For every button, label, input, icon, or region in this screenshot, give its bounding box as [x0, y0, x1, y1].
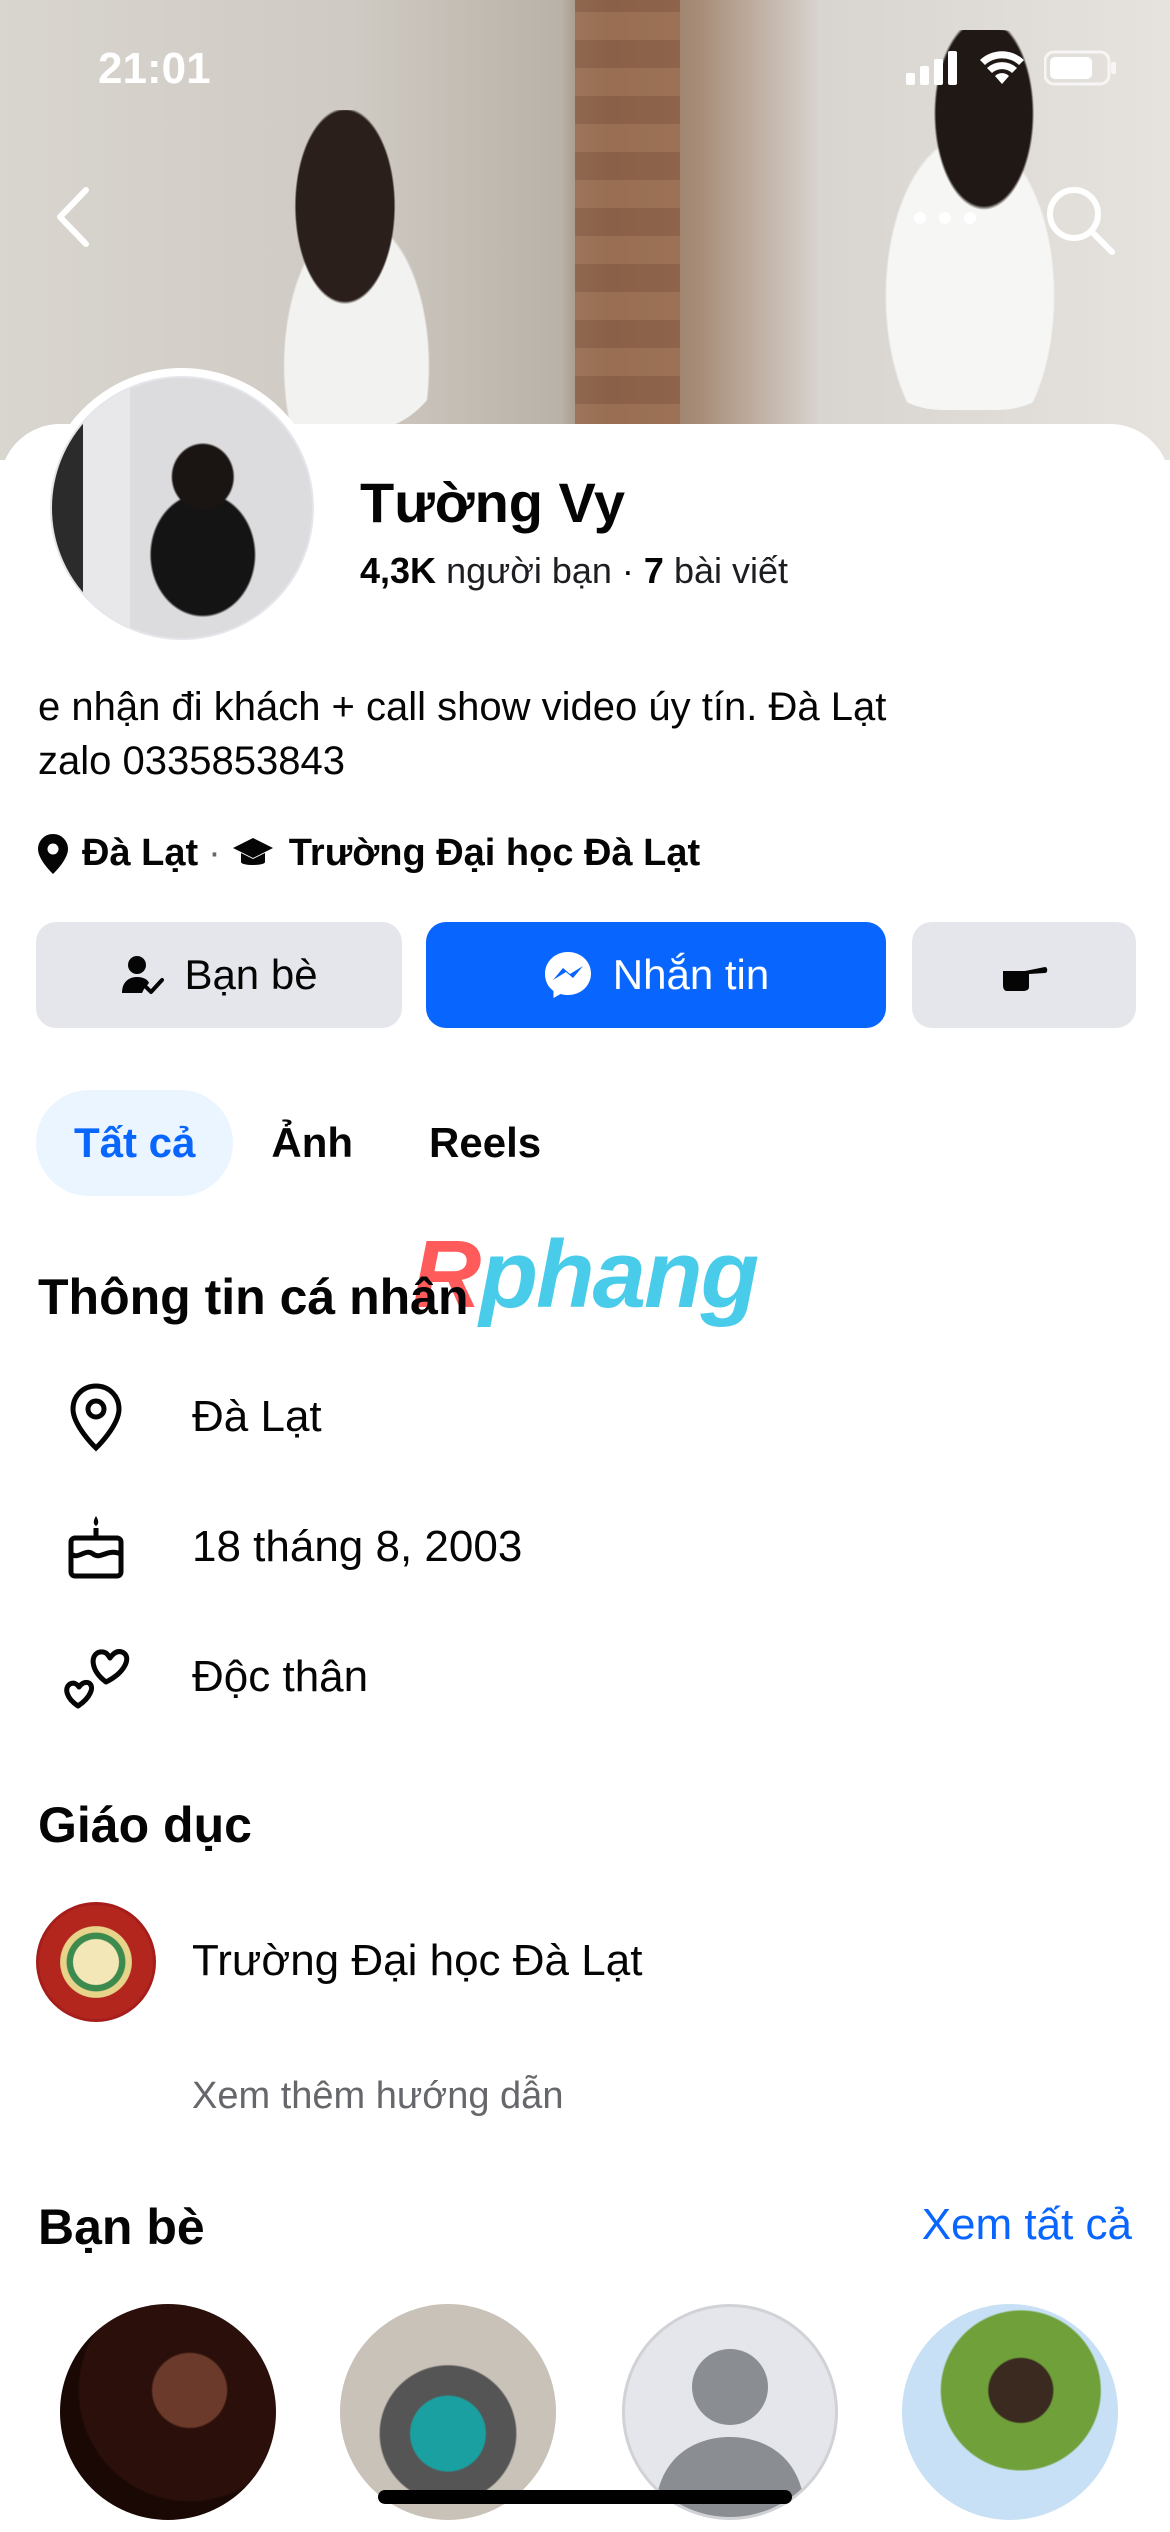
- profile-tabs: Tất cả Ảnh Reels: [36, 1090, 579, 1196]
- avatar[interactable]: [50, 376, 314, 640]
- tab-all[interactable]: Tất cả: [36, 1090, 234, 1196]
- info-birthday: 18 tháng 8, 2003: [192, 1522, 523, 1571]
- info-row-location[interactable]: Đà Lạt: [56, 1382, 322, 1452]
- info-relationship: Độc thân: [192, 1652, 369, 1701]
- info-location: Đà Lạt: [192, 1392, 322, 1441]
- back-icon[interactable]: [48, 182, 98, 252]
- poke-icon: [1003, 967, 1048, 991]
- message-button[interactable]: Nhắn tin: [426, 922, 886, 1028]
- home-indicator[interactable]: [378, 2490, 792, 2504]
- tab-reels[interactable]: Reels: [391, 1090, 579, 1196]
- info-row-birthday: 18 tháng 8, 2003: [56, 1514, 522, 1580]
- cover-pillar: [575, 0, 680, 460]
- more-icon[interactable]: [910, 198, 980, 238]
- friend-avatar[interactable]: [902, 2304, 1118, 2520]
- posts-count: 7: [643, 550, 664, 591]
- friend-avatar[interactable]: [60, 2304, 276, 2520]
- message-button-label: Nhắn tin: [612, 951, 770, 998]
- location-pin-icon: [38, 833, 68, 874]
- education-school[interactable]: Trường Đại học Đà Lạt: [192, 1936, 642, 1986]
- signal-icon: [906, 51, 957, 85]
- battery-icon: [1044, 50, 1116, 86]
- friend-check-icon: [122, 956, 165, 994]
- see-more-guide[interactable]: Xem thêm hướng dẫn: [192, 2075, 563, 2118]
- hearts-icon: [64, 1649, 130, 1709]
- friend-avatar-placeholder[interactable]: [622, 2304, 838, 2520]
- tab-photos[interactable]: Ảnh: [233, 1090, 391, 1196]
- see-all-friends-link[interactable]: Xem tất cả: [922, 2200, 1132, 2250]
- profile-page: 21:01 Tường Vy 4,3K người bạn · 7 bài vi…: [0, 0, 1170, 2532]
- friends-button-label: Bạn bè: [184, 951, 318, 998]
- info-row-relationship: Độc thân: [56, 1644, 368, 1710]
- friends-count[interactable]: 4,3K: [360, 550, 436, 591]
- avatar-ring[interactable]: [42, 368, 322, 648]
- profile-meta: Đà Lạt · Trường Đại học Đà Lạt: [38, 832, 700, 875]
- birthday-cake-icon: [68, 1516, 124, 1579]
- poke-button[interactable]: [912, 922, 1136, 1028]
- friends-label[interactable]: người bạn: [446, 550, 612, 591]
- person-placeholder-icon: [655, 2349, 805, 2517]
- status-time: 21:01: [98, 44, 211, 93]
- meta-location[interactable]: Đà Lạt: [82, 832, 198, 875]
- profile-bio: e nhận đi khách + call show video úy tín…: [38, 685, 887, 783]
- meta-school[interactable]: Trường Đại học Đà Lạt: [289, 832, 700, 875]
- watermark-rest: phang: [479, 1221, 759, 1328]
- school-logo[interactable]: [36, 1902, 156, 2022]
- profile-stats: 4,3K người bạn · 7 bài viết: [360, 550, 788, 592]
- wifi-icon: [980, 51, 1024, 84]
- personal-info-title: Thông tin cá nhân: [38, 1269, 469, 1325]
- stats-dot: ·: [621, 550, 634, 591]
- meta-separator: ·: [208, 832, 221, 874]
- posts-label: bài viết: [673, 550, 789, 591]
- friend-avatar[interactable]: [340, 2304, 556, 2520]
- education-title: Giáo dục: [38, 1797, 252, 1853]
- location-pin-icon: [70, 1383, 122, 1452]
- messenger-icon: [544, 952, 591, 998]
- friends-section-title: Bạn bè: [38, 2199, 205, 2255]
- profile-name: Tường Vy: [360, 471, 625, 534]
- cover-figure-left: [230, 110, 460, 430]
- friends-button[interactable]: Bạn bè: [36, 922, 402, 1028]
- graduation-cap-icon: [232, 837, 273, 865]
- search-icon[interactable]: [1040, 180, 1120, 260]
- status-icons: [906, 50, 1118, 86]
